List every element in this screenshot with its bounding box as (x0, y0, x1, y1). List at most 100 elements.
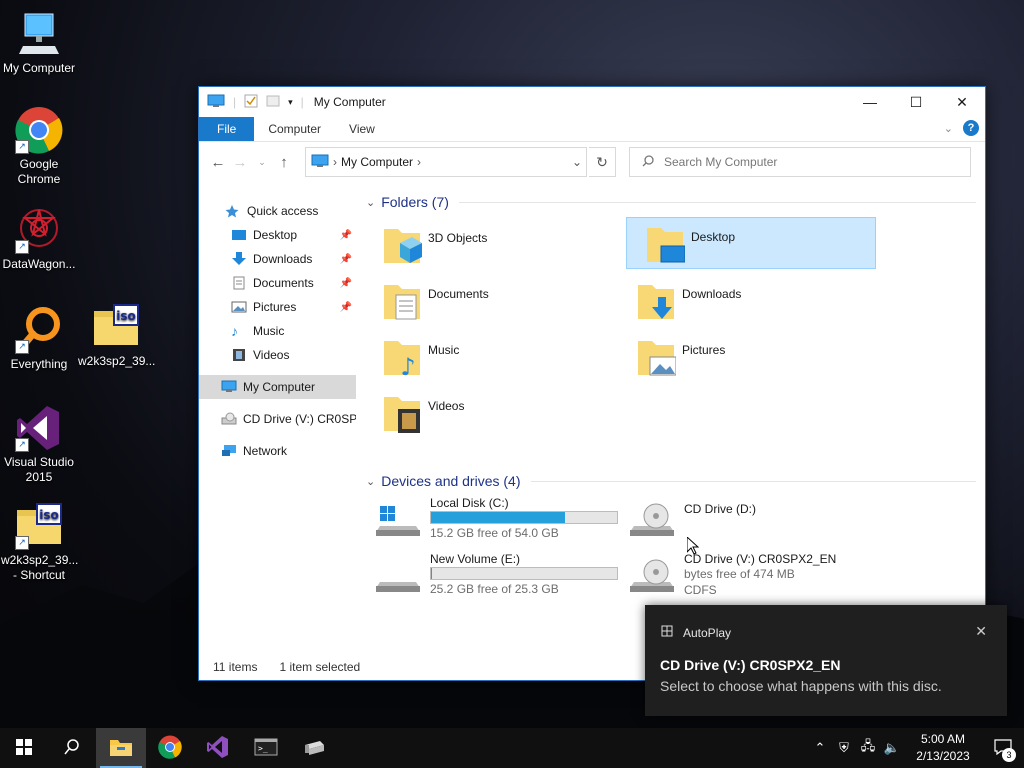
chrome-icon (158, 735, 182, 762)
sidebar-item-downloads[interactable]: Downloads 📌 (199, 247, 356, 271)
folder-label: Pictures (682, 343, 726, 357)
sidebar-item-music[interactable]: ♪ Music (199, 319, 356, 343)
shortcut-arrow-icon: ↗ (15, 140, 29, 154)
taskbar-command-prompt[interactable]: >_ (242, 728, 290, 768)
divider (458, 201, 976, 203)
autoplay-notification[interactable]: AutoPlay ✕ CD Drive (V:) CR0SPX2_EN Sele… (645, 605, 1007, 716)
sidebar-item-videos[interactable]: Videos (199, 343, 356, 367)
refresh-button[interactable]: ↻ (589, 147, 616, 177)
recent-locations-chevron-icon[interactable]: ⌄ (251, 157, 273, 168)
navigation-bar: ← → ⌄ ↑ › My Computer › ⌄ ↻ Search My Co… (199, 142, 985, 182)
folder-3d-objects[interactable]: 3D Objects (364, 219, 612, 269)
sidebar-item-documents[interactable]: Documents 📌 (199, 271, 356, 295)
customize-toolbar-chevron-icon[interactable]: ▾ (288, 97, 293, 108)
ribbon-tabs: File Computer View ⌄ ? (199, 117, 985, 142)
visual-studio-icon: ↗ (15, 404, 63, 452)
address-dropdown-chevron-icon[interactable]: ⌄ (572, 155, 582, 169)
sidebar-item-quick-access[interactable]: Quick access (199, 199, 356, 223)
new-folder-icon[interactable] (266, 94, 280, 111)
taskbar-app[interactable] (290, 728, 338, 768)
clock[interactable]: 5:00 AM 2/13/2023 (904, 731, 982, 765)
sidebar-item-cd-drive[interactable]: CD Drive (V:) CR0SPX (199, 407, 356, 431)
drive-new-volume-e[interactable]: New Volume (E:) 25.2 GB free of 25.3 GB (364, 550, 618, 602)
network-icon[interactable]: 🖧 (856, 737, 880, 759)
clock-time: 5:00 AM (920, 732, 966, 746)
folders-group-header[interactable]: ⌄ Folders (7) (364, 189, 976, 215)
group-title: Folders (7) (381, 194, 449, 210)
properties-icon[interactable] (244, 94, 258, 111)
divider (530, 480, 976, 482)
shortcut-arrow-icon: ↗ (15, 240, 29, 254)
folder-label: Videos (428, 399, 465, 413)
taskbar-visual-studio[interactable] (194, 728, 242, 768)
drive-label: Local Disk (C:) (430, 496, 509, 510)
search-box[interactable]: Search My Computer (629, 147, 971, 177)
collapse-chevron-icon[interactable]: ⌄ (366, 475, 375, 488)
desktop-icon-datawagon[interactable]: ↗ DataWagon... (1, 206, 77, 272)
pin-icon: 📌 (339, 301, 352, 313)
drive-usage-bar (430, 567, 618, 580)
action-center-button[interactable]: 3 (982, 738, 1024, 762)
up-button[interactable]: ↑ (273, 154, 295, 171)
star-icon (225, 204, 241, 218)
forward-button[interactable]: → (229, 154, 251, 171)
folder-pictures[interactable]: Pictures (618, 331, 866, 381)
breadcrumb-separator-icon[interactable]: › (333, 155, 337, 169)
security-icon[interactable]: ⛨ (832, 740, 856, 756)
collapse-chevron-icon[interactable]: ⌄ (366, 196, 375, 209)
folder-downloads[interactable]: Downloads (618, 275, 866, 325)
drive-local-disk-c[interactable]: Local Disk (C:) 15.2 GB free of 54.0 GB (364, 494, 618, 546)
taskbar-chrome[interactable] (146, 728, 194, 768)
drives-group-header[interactable]: ⌄ Devices and drives (4) (364, 468, 976, 494)
desktop-icon-label: My Computer (2, 61, 76, 75)
desktop-icon-iso-file[interactable]: iso w2k3sp2_39... (78, 303, 155, 369)
network-icon (221, 444, 237, 458)
drive-label: CD Drive (V:) CR0SPX2_EN (684, 552, 837, 566)
desktop-icon-my-computer[interactable]: My Computer (1, 10, 77, 76)
maximize-button[interactable]: ☐ (893, 87, 939, 117)
chrome-icon: ↗ (15, 106, 63, 154)
expand-ribbon-chevron-icon[interactable]: ⌄ (944, 122, 953, 135)
search-icon (64, 738, 80, 758)
volume-icon[interactable]: 🔈 (880, 740, 904, 756)
folder-videos[interactable]: Videos (364, 387, 612, 437)
tab-file[interactable]: File (199, 117, 255, 141)
start-button[interactable] (0, 728, 48, 768)
desktop-folder-icon (645, 222, 686, 266)
taskbar-file-explorer[interactable] (96, 728, 146, 768)
search-button[interactable] (48, 728, 96, 768)
minimize-button[interactable]: — (847, 87, 893, 117)
breadcrumb[interactable]: My Computer (341, 155, 413, 169)
help-icon[interactable]: ? (963, 120, 979, 136)
desktop-icon-google-chrome[interactable]: ↗ Google Chrome (1, 106, 77, 187)
back-button[interactable]: ← (207, 154, 229, 171)
address-bar[interactable]: › My Computer › ⌄ (305, 147, 587, 177)
tab-computer[interactable]: Computer (254, 117, 335, 141)
desktop-icon-visual-studio[interactable]: ↗ Visual Studio 2015 (1, 404, 77, 485)
sidebar-item-label: My Computer (243, 380, 316, 394)
chevron-up-icon[interactable]: ⌃ (808, 740, 832, 756)
folder-documents[interactable]: Documents (364, 275, 612, 325)
desktop-icon-iso-shortcut[interactable]: iso ↗ w2k3sp2_39... - Shortcut (1, 502, 78, 583)
drive-cd-v[interactable]: CD Drive (V:) CR0SPX2_EN bytes free of 4… (618, 550, 868, 602)
tab-view[interactable]: View (335, 117, 389, 141)
clock-date: 2/13/2023 (916, 749, 970, 763)
desktop-icon-everything[interactable]: ↗ Everything (1, 306, 77, 372)
sidebar-item-pictures[interactable]: Pictures 📌 (199, 295, 356, 319)
breadcrumb-separator-icon[interactable]: › (417, 155, 421, 169)
navigation-pane: Quick access Desktop 📌 Downloads 📌 Docum… (199, 187, 356, 647)
sidebar-item-desktop[interactable]: Desktop 📌 (199, 223, 356, 247)
drive-cd-d[interactable]: CD Drive (D:) (618, 494, 868, 546)
search-input[interactable]: Search My Computer (664, 155, 777, 169)
computer-icon (221, 380, 237, 394)
folder-desktop[interactable]: Desktop (626, 217, 876, 269)
close-button[interactable]: ✕ (939, 87, 985, 117)
sidebar-item-network[interactable]: Network (199, 439, 356, 463)
sidebar-item-my-computer[interactable]: My Computer (199, 375, 356, 399)
close-icon[interactable]: ✕ (975, 623, 987, 640)
desktop-icon-label: Visual Studio 2015 (4, 455, 74, 484)
videos-folder-icon (382, 391, 422, 435)
folder-music[interactable]: ♪ Music (364, 331, 612, 381)
drive-free-space: 15.2 GB free of 54.0 GB (430, 526, 559, 540)
iso-file-icon: iso ↗ (15, 502, 63, 550)
